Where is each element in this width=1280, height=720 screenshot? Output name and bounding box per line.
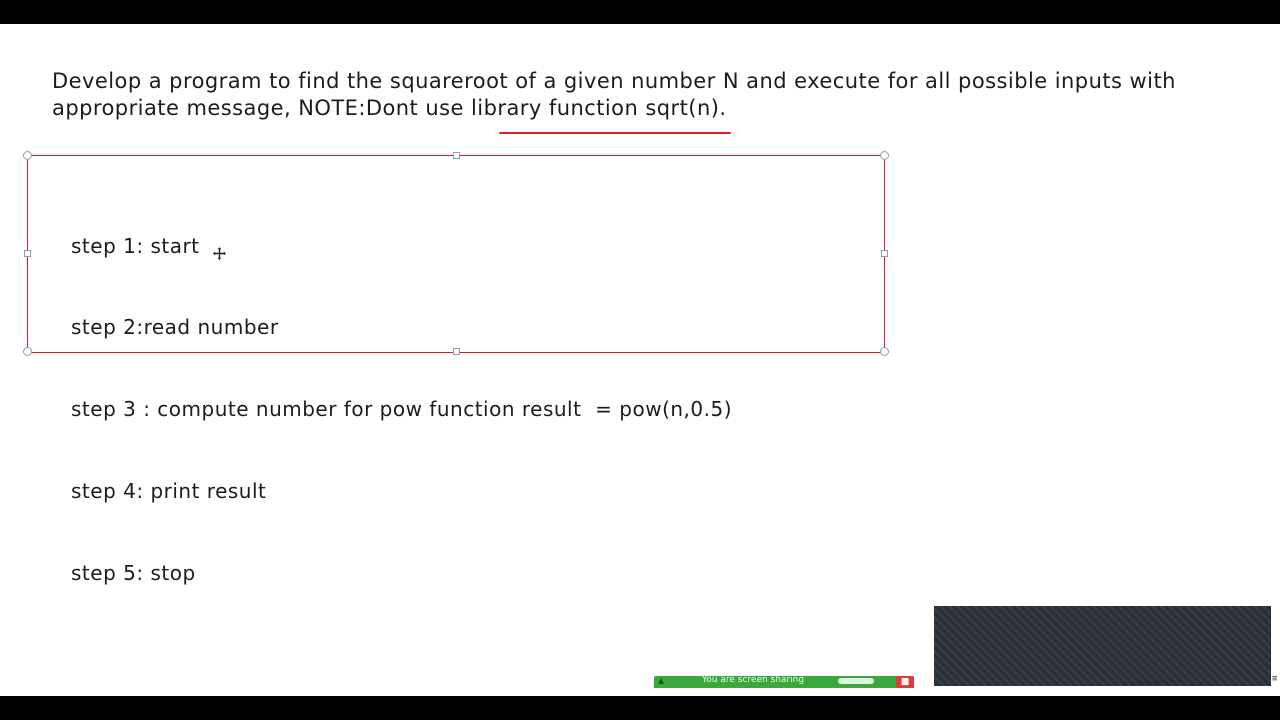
resize-handle-middle-left[interactable] [24, 250, 31, 257]
step-line: step 1: start [71, 233, 200, 258]
resize-handle-middle-right[interactable] [881, 250, 888, 257]
menu-icon[interactable]: ≡ [1272, 674, 1280, 684]
problem-line-2: appropriate message, NOTE:Dont use libra… [52, 96, 727, 120]
resize-handle-bottom-right[interactable] [880, 347, 889, 356]
algorithm-steps: step 1: start step 2:read number step 3 … [71, 178, 732, 642]
video-letterbox-top [0, 0, 1280, 24]
screen-share-text: You are screen sharing [702, 676, 805, 685]
step-line: step 5: stop [71, 561, 196, 586]
close-icon[interactable]: ■ [896, 676, 914, 688]
stop-share-pill[interactable] [838, 678, 874, 684]
resize-handle-top-center[interactable] [453, 152, 460, 159]
slide-canvas: Develop a program to find the squareroot… [0, 24, 1280, 696]
screen-share-bar[interactable]: ▲ You are screen sharing [654, 676, 914, 688]
move-cursor-icon [212, 246, 227, 261]
ink-underline-annotation [499, 132, 731, 134]
resize-handle-bottom-center[interactable] [453, 348, 460, 355]
resize-handle-bottom-left[interactable] [23, 347, 32, 356]
problem-statement: Develop a program to find the squareroot… [52, 68, 1232, 122]
step-line: step 3 : compute number for pow function… [71, 397, 733, 422]
problem-line-1: Develop a program to find the squareroot… [52, 69, 1176, 93]
screen-share-icon: ▲ [658, 676, 665, 685]
resize-handle-top-left[interactable] [23, 151, 32, 160]
step-line: step 2:read number [71, 315, 279, 340]
algorithm-textbox[interactable]: step 1: start step 2:read number step 3 … [23, 151, 889, 585]
webcam-overlay [934, 606, 1271, 686]
resize-handle-top-right[interactable] [880, 151, 889, 160]
video-letterbox-bottom [0, 696, 1280, 720]
step-line: step 4: print result [71, 479, 267, 504]
